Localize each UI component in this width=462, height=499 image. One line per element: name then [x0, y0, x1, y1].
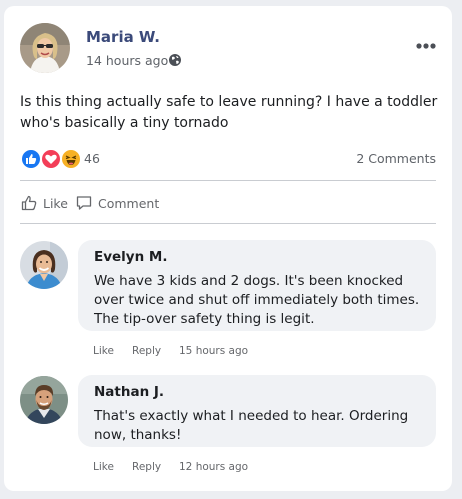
comment-author-avatar[interactable] [20, 241, 68, 289]
reactions-summary[interactable]: 46 [20, 148, 110, 170]
post-timestamp[interactable]: 14 hours ago [86, 53, 168, 68]
comment-timestamp[interactable]: 15 hours ago [179, 345, 248, 357]
comment-timestamp[interactable]: 12 hours ago [179, 461, 248, 473]
like-button[interactable]: Like [20, 193, 68, 213]
comment-author-name[interactable]: Evelyn M. [94, 249, 167, 265]
post-author-avatar[interactable] [20, 23, 70, 73]
comment-like-button[interactable]: Like [93, 461, 114, 473]
thumbs-up-icon [21, 195, 37, 211]
comment-label: Comment [98, 195, 160, 211]
comment-bubble: Nathan J. That's exactly what I needed t… [78, 375, 436, 447]
like-label: Like [43, 195, 68, 211]
comment-button[interactable]: Comment [75, 193, 159, 213]
comment-bubble-icon [76, 196, 92, 210]
comment-bubble: Evelyn M. We have 3 kids and 2 dogs. It'… [78, 240, 436, 331]
comments-count-link[interactable]: 2 Comments [356, 151, 436, 166]
like-icon [20, 148, 42, 170]
comment-text: We have 3 kids and 2 dogs. It's been kno… [94, 273, 420, 327]
comment-reply-button[interactable]: Reply [132, 461, 161, 473]
post-card: Maria W. 14 hours ago Is this thing actu… [4, 6, 452, 491]
comment-author-name[interactable]: Nathan J. [94, 384, 164, 400]
comment-like-button[interactable]: Like [93, 345, 114, 357]
post-author-name[interactable]: Maria W. [86, 28, 160, 46]
divider [20, 180, 436, 181]
comment-text: That's exactly what I needed to hear. Or… [94, 408, 409, 443]
reaction-count: 46 [84, 151, 100, 166]
love-icon [40, 148, 62, 170]
more-dots-icon [416, 43, 436, 49]
post-text: Is this thing actually safe to leave run… [20, 94, 438, 131]
globe-icon [168, 52, 182, 66]
comment-reply-button[interactable]: Reply [132, 345, 161, 357]
more-options-button[interactable] [414, 36, 438, 56]
haha-icon [60, 148, 82, 170]
divider [20, 223, 436, 224]
comment-author-avatar[interactable] [20, 376, 68, 424]
